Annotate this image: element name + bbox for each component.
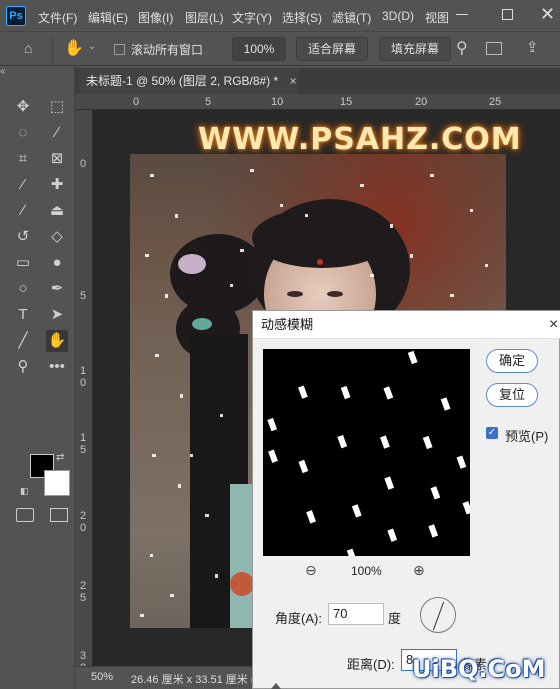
ruler-tick: 1 0 (80, 365, 87, 389)
zoom-icon[interactable]: ⚲ (12, 356, 34, 378)
vertical-ruler: 0 5 1 0 1 5 2 0 2 5 3 0 (75, 110, 93, 674)
ruler-tick: 0 (133, 96, 140, 108)
path-select-icon[interactable]: ➤ (46, 304, 68, 326)
menu-type[interactable]: 文字(Y) (232, 9, 272, 26)
reset-button[interactable]: 复位 (486, 383, 538, 407)
preview-checkbox[interactable]: ✓ (486, 427, 498, 439)
ruler-tick: 10 (271, 96, 284, 108)
eyedropper-icon[interactable]: ⁄ (12, 174, 34, 196)
dialog-title-bar: 动感模糊 × (253, 311, 560, 339)
share-icon[interactable]: ⇪ (526, 38, 539, 56)
status-zoom[interactable]: 50% (91, 671, 113, 683)
healing-icon[interactable]: ✚ (46, 174, 68, 196)
angle-dial-needle (432, 601, 445, 631)
horizontal-ruler: 0 5 10 15 20 25 (75, 94, 560, 110)
marquee-icon[interactable]: ⬚ (46, 96, 68, 118)
preview-label: 预览(P) (505, 429, 549, 444)
distance-slider-thumb[interactable] (271, 683, 281, 689)
background-color-swatch[interactable] (44, 470, 70, 496)
angle-unit: 度 (388, 611, 402, 626)
filter-preview[interactable] (263, 349, 470, 556)
menu-layer[interactable]: 图层(L) (185, 9, 224, 26)
brush-icon[interactable]: ∕ (12, 200, 34, 222)
angle-label: 角度(A): (275, 611, 322, 626)
zoom-field[interactable]: 100% (232, 37, 286, 61)
fill-screen-button[interactable]: 填充屏幕 (379, 37, 451, 61)
menu-image[interactable]: 图像(I) (138, 9, 173, 26)
fit-screen-button[interactable]: 适合屏幕 (296, 37, 368, 61)
stamp-icon[interactable]: ⏏ (46, 200, 68, 222)
scroll-all-checkbox[interactable] (114, 42, 125, 56)
frame-icon[interactable]: ⊠ (46, 148, 68, 170)
watermark-bottom: UiBQ.CoM (412, 655, 546, 683)
gradient-icon[interactable]: ▭ (12, 252, 34, 274)
zoom-in-icon[interactable]: ⊕ (413, 562, 425, 579)
menu-filter[interactable]: 滤镜(T) (332, 9, 371, 26)
ok-button[interactable]: 确定 (486, 349, 538, 373)
options-bar: ⌂ ✋ ⌄ 滚动所有窗口 100% 适合屏幕 填充屏幕 ⚲ ⇪ (0, 32, 560, 66)
type-icon[interactable]: T (12, 304, 34, 326)
watermark-top: WWW.PSAHZ.COM (198, 122, 522, 157)
close-icon[interactable]: ✕ (540, 4, 555, 25)
minimize-icon[interactable] (456, 14, 468, 15)
scroll-all-label: 滚动所有窗口 (131, 43, 204, 57)
dialog-close-icon[interactable]: × (549, 311, 558, 339)
distance-label: 距离(D): (347, 657, 395, 672)
ruler-tick: 25 (489, 96, 502, 108)
menu-bar: Ps 文件(F) 编辑(E) 图像(I) 图层(L) 文字(Y) 选择(S) 滤… (0, 0, 560, 32)
ruler-tick: 2 0 (80, 510, 87, 534)
menu-select[interactable]: 选择(S) (282, 9, 322, 26)
pen-icon[interactable]: ✒ (46, 278, 68, 300)
preview-artwork (267, 350, 470, 556)
menu-edit[interactable]: 编辑(E) (88, 9, 128, 26)
screen-mode-icon[interactable] (50, 508, 68, 522)
quick-mask-icon[interactable] (16, 508, 34, 522)
panel-collapse-strip: « (0, 66, 8, 689)
window-controls: ✕ (432, 0, 560, 32)
menu-3d[interactable]: 3D(D) (382, 9, 414, 23)
ruler-tick: 2 5 (80, 580, 87, 604)
search-icon[interactable]: ⚲ (456, 38, 468, 58)
workspace-icon[interactable] (486, 42, 502, 55)
ruler-tick: 0 (80, 158, 87, 170)
history-brush-icon[interactable]: ↺ (12, 226, 34, 248)
default-colors-icon[interactable]: ◧ (20, 486, 29, 497)
dialog-title: 动感模糊 (261, 317, 314, 332)
zoom-out-icon[interactable]: ⊖ (305, 562, 317, 579)
eraser-icon[interactable]: ◇ (46, 226, 68, 248)
move-icon[interactable]: ✥ (12, 96, 34, 118)
motion-blur-dialog: 动感模糊 × 确定 复位 ✓ 预览(P) ⊖ 100% ⊕ 角度(A): 70 … (252, 310, 560, 689)
home-icon[interactable]: ⌂ (24, 40, 32, 56)
blur-icon[interactable]: ● (46, 252, 68, 274)
document-tab-title: 未标题-1 @ 50% (图层 2, RGB/8#) * (86, 74, 279, 88)
ruler-tick: 1 5 (80, 432, 87, 456)
photoshop-logo: Ps (6, 6, 26, 26)
crop-icon[interactable]: ⌗ (12, 148, 34, 170)
ruler-tick: 5 (205, 96, 212, 108)
hand-icon[interactable]: ✋ (46, 330, 68, 352)
hand-tool-icon[interactable]: ✋ (64, 38, 84, 58)
magic-wand-icon[interactable]: ⁄ (46, 122, 68, 144)
swap-colors-icon[interactable]: ⇄ (56, 452, 64, 463)
angle-input[interactable]: 70 (328, 603, 384, 625)
status-doc-size: 26.46 厘米 x 33.51 厘米 (72 (131, 674, 267, 686)
chevron-down-icon[interactable]: ⌄ (88, 41, 96, 52)
dodge-icon[interactable]: ○ (12, 278, 34, 300)
more-icon[interactable]: ••• (46, 356, 68, 378)
angle-dial[interactable] (420, 597, 456, 633)
tools-panel: ✥ ⬚ ◌ ⁄ ⌗ ⊠ ⁄ ✚ ∕ ⏏ ↺ ◇ ▭ ● ○ ✒ T ➤ ╱ ✋ … (8, 66, 75, 689)
tab-close-icon[interactable]: × (290, 74, 297, 88)
menu-file[interactable]: 文件(F) (38, 9, 77, 26)
document-tab[interactable]: 未标题-1 @ 50% (图层 2, RGB/8#) * × (78, 68, 298, 94)
ruler-tick: 15 (340, 96, 353, 108)
line-icon[interactable]: ╱ (12, 330, 34, 352)
lasso-icon[interactable]: ◌ (12, 122, 34, 144)
ruler-tick: 20 (415, 96, 428, 108)
preview-zoom-value: 100% (351, 564, 382, 578)
maximize-icon[interactable] (502, 9, 513, 20)
ruler-tick: 5 (80, 290, 87, 302)
collapse-icon[interactable]: « (0, 66, 6, 77)
